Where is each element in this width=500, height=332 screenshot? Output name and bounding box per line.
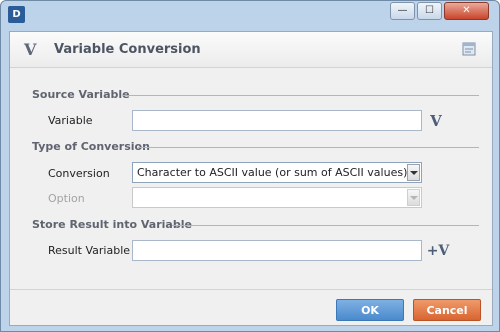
result-variable-input[interactable] [132,240,422,261]
section-divider [172,225,479,226]
maximize-button[interactable]: ☐ [417,2,442,20]
option-label: Option [48,192,85,205]
dialog-header: V Variable Conversion [10,32,492,68]
minimize-button[interactable]: — [390,2,415,20]
chevron-down-icon[interactable] [407,189,420,206]
conversion-section-title: Type of Conversion [32,140,150,153]
result-variable-label: Result Variable [48,244,131,257]
notes-icon[interactable] [462,41,476,56]
conversion-select[interactable]: Character to ASCII value (or sum of ASCI… [132,162,422,183]
dialog-footer: OK Cancel [10,289,492,325]
section-divider [123,95,479,96]
variable-input[interactable] [132,110,422,131]
create-variable-button[interactable]: +V [426,241,450,261]
result-section-title: Store Result into Variable [32,218,192,231]
option-select[interactable] [132,187,422,208]
dialog-body: V Variable Conversion Source Variable Va… [9,31,493,326]
chevron-down-icon[interactable] [407,164,420,181]
conversion-label: Conversion [48,167,110,180]
app-logo-icon: D [8,6,25,23]
select-variable-button[interactable]: V [426,111,446,131]
variable-icon: V [24,40,37,59]
section-divider [138,147,479,148]
source-variable-section-title: Source Variable [32,88,130,101]
variable-label: Variable [48,114,93,127]
title-bar[interactable]: D — ☐ ✕ [1,1,499,25]
ok-button[interactable]: OK [336,299,404,321]
close-button[interactable]: ✕ [444,2,489,20]
cancel-button[interactable]: Cancel [413,299,481,321]
conversion-selected-value: Character to ASCII value (or sum of ASCI… [137,166,408,179]
dialog-title: Variable Conversion [54,42,201,57]
dialog-window: D — ☐ ✕ V Variable Conversion Source Var… [0,0,500,332]
